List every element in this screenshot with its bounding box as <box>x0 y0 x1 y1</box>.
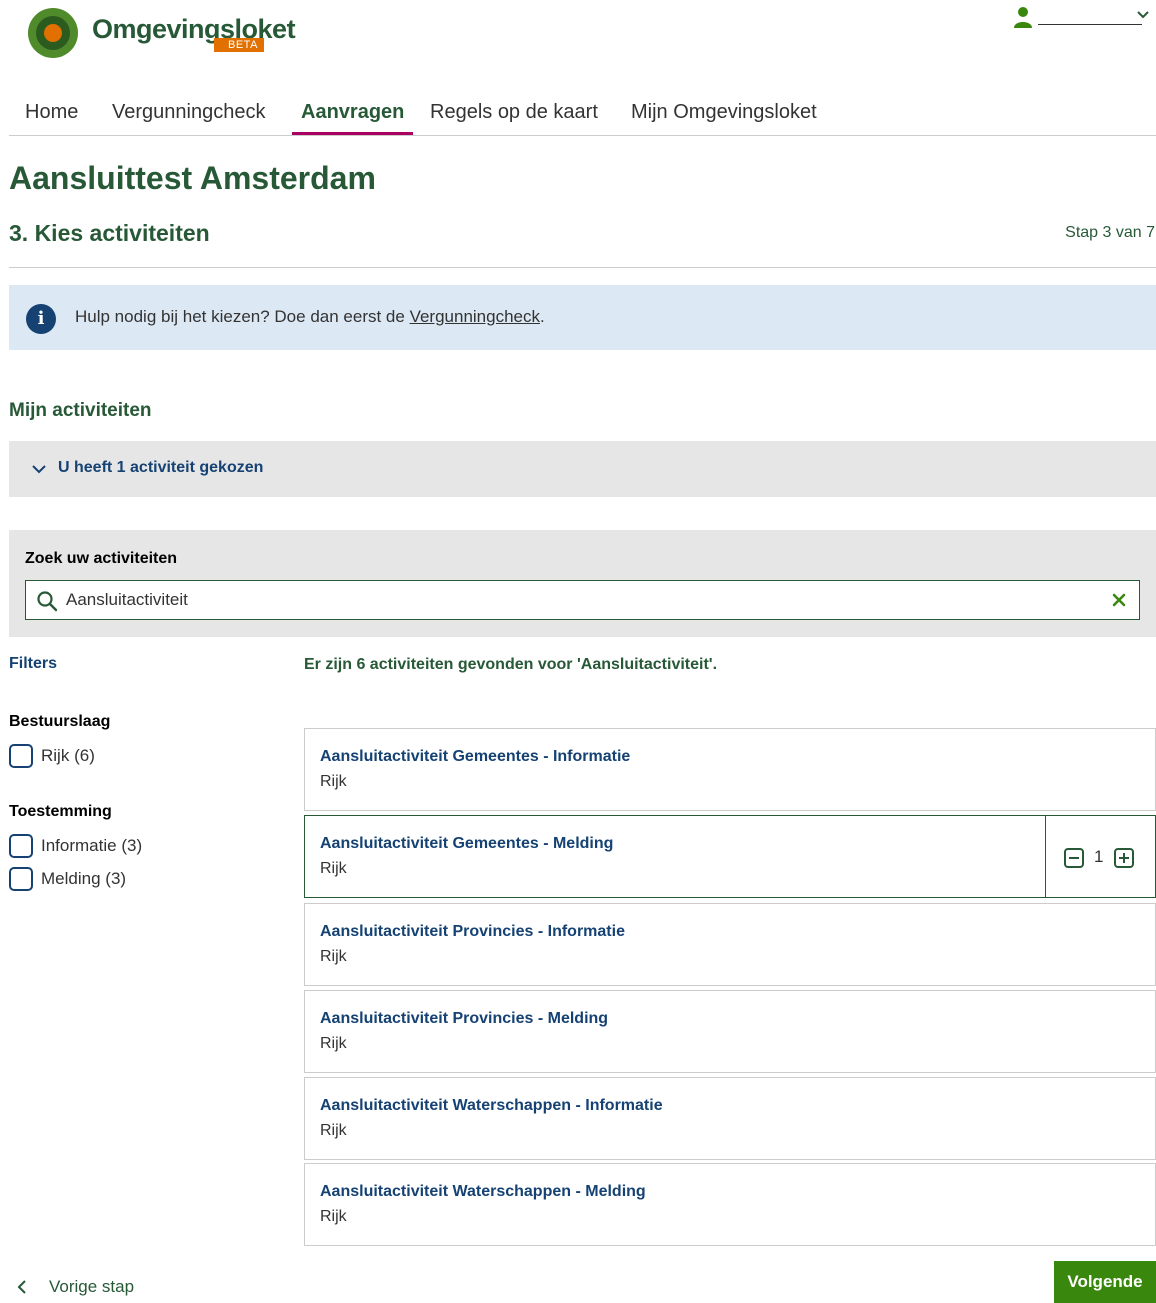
activity-authority: Rijk <box>320 948 347 965</box>
activity-authority: Rijk <box>320 773 347 790</box>
user-name-placeholder <box>1038 24 1142 25</box>
help-text-before: Hulp nodig bij het kiezen? Doe dan eerst… <box>75 307 410 326</box>
quantity-value: 1 <box>1094 847 1104 866</box>
close-icon[interactable] <box>1111 592 1127 608</box>
results-summary: Er zijn 6 activiteiten gevonden voor 'Aa… <box>304 656 718 673</box>
checkbox-label: Informatie (3) <box>41 836 142 856</box>
vergunningcheck-link[interactable]: Vergunningcheck <box>410 307 540 326</box>
chevron-left-icon <box>17 1280 26 1294</box>
activity-name: Aansluitactiviteit Provincies - Melding <box>320 1010 609 1027</box>
omgevingsloket-logo-icon[interactable] <box>28 8 78 58</box>
activity-authority: Rijk <box>320 1122 347 1139</box>
quantity-stepper: 1 <box>1045 816 1155 897</box>
filter-group-title-toestemming: Toestemming <box>9 803 112 820</box>
activity-authority: Rijk <box>320 1035 347 1052</box>
help-text: Hulp nodig bij het kiezen? Doe dan eerst… <box>75 307 545 327</box>
chosen-activities-summary: U heeft 1 activiteit gekozen <box>58 459 264 476</box>
user-icon <box>1014 7 1032 28</box>
activity-name: Aansluitactiviteit Waterschappen - Meldi… <box>320 1183 646 1200</box>
checkbox[interactable] <box>9 834 33 858</box>
divider <box>9 267 1156 268</box>
activity-card[interactable]: Aansluitactiviteit Gemeentes - Informati… <box>304 728 1156 811</box>
filters-label: Filters <box>9 655 58 672</box>
chosen-activities-accordion[interactable]: U heeft 1 activiteit gekozen <box>9 441 1156 497</box>
activity-card[interactable]: Aansluitactiviteit Waterschappen - Infor… <box>304 1077 1156 1160</box>
activity-name: Aansluitactiviteit Provincies - Informat… <box>320 923 625 940</box>
search-label: Zoek uw activiteiten <box>25 550 178 567</box>
checkbox-label: Rijk (6) <box>41 746 95 766</box>
site-header: Omgevingsloket BETA <box>0 0 1156 80</box>
logo-text[interactable]: Omgevingsloket <box>92 14 296 45</box>
search-input[interactable] <box>66 587 1086 613</box>
nav-item-mijn-omgevingsloket[interactable]: Mijn Omgevingsloket <box>631 101 817 135</box>
activity-card-selected[interactable]: Aansluitactiviteit Gemeentes - Melding R… <box>304 815 1156 898</box>
activity-authority: Rijk <box>320 1208 347 1225</box>
nav-item-home[interactable]: Home <box>25 101 78 135</box>
nav-item-regels-op-de-kaart[interactable]: Regels op de kaart <box>430 101 598 135</box>
activity-name: Aansluitactiviteit Waterschappen - Infor… <box>320 1097 663 1114</box>
main-navigation: Home Vergunningcheck Aanvragen Regels op… <box>9 96 1156 136</box>
info-icon: i <box>26 304 56 334</box>
filter-option-name: Informatie <box>41 836 117 855</box>
filter-option-count: (3) <box>105 869 127 888</box>
user-menu[interactable] <box>1012 4 1152 32</box>
filter-option-count: (3) <box>121 836 143 855</box>
my-activities-title: Mijn activiteiten <box>9 400 152 421</box>
help-info-box: i Hulp nodig bij het kiezen? Doe dan eer… <box>9 285 1156 350</box>
beta-badge: BETA <box>214 38 264 52</box>
search-icon <box>37 591 58 612</box>
checkbox[interactable] <box>9 867 33 891</box>
chevron-down-icon <box>32 465 46 474</box>
page-title: Aansluittest Amsterdam <box>9 160 376 196</box>
next-button[interactable]: Volgende <box>1054 1261 1156 1303</box>
nav-item-aanvragen[interactable]: Aanvragen <box>292 101 414 135</box>
chevron-down-icon <box>1137 11 1149 19</box>
filter-group-title-bestuurslaag: Bestuurslaag <box>9 713 111 730</box>
plus-icon[interactable] <box>1114 848 1134 868</box>
minus-icon[interactable] <box>1064 848 1084 868</box>
activity-name: Aansluitactiviteit Gemeentes - Informati… <box>320 748 631 765</box>
step-indicator: Stap 3 van 7 <box>1065 224 1155 241</box>
search-panel: Zoek uw activiteiten <box>9 530 1156 637</box>
search-box[interactable] <box>25 580 1140 620</box>
checkbox[interactable] <box>9 744 33 768</box>
filter-option-count: (6) <box>74 746 95 765</box>
help-text-after: . <box>540 307 545 326</box>
filter-option-name: Melding <box>41 869 101 888</box>
step-title: 3. Kies activiteiten <box>9 220 210 246</box>
nav-item-vergunningcheck[interactable]: Vergunningcheck <box>112 101 265 135</box>
activity-name: Aansluitactiviteit Gemeentes - Melding <box>320 835 614 852</box>
previous-step-label: Vorige stap <box>49 1277 135 1296</box>
filter-option-name: Rijk <box>41 746 70 765</box>
activity-card[interactable]: Aansluitactiviteit Provincies - Melding … <box>304 990 1156 1073</box>
activity-card[interactable]: Aansluitactiviteit Provincies - Informat… <box>304 903 1156 986</box>
checkbox-label: Melding (3) <box>41 869 126 889</box>
activity-card[interactable]: Aansluitactiviteit Waterschappen - Meldi… <box>304 1163 1156 1246</box>
activity-authority: Rijk <box>320 860 347 877</box>
